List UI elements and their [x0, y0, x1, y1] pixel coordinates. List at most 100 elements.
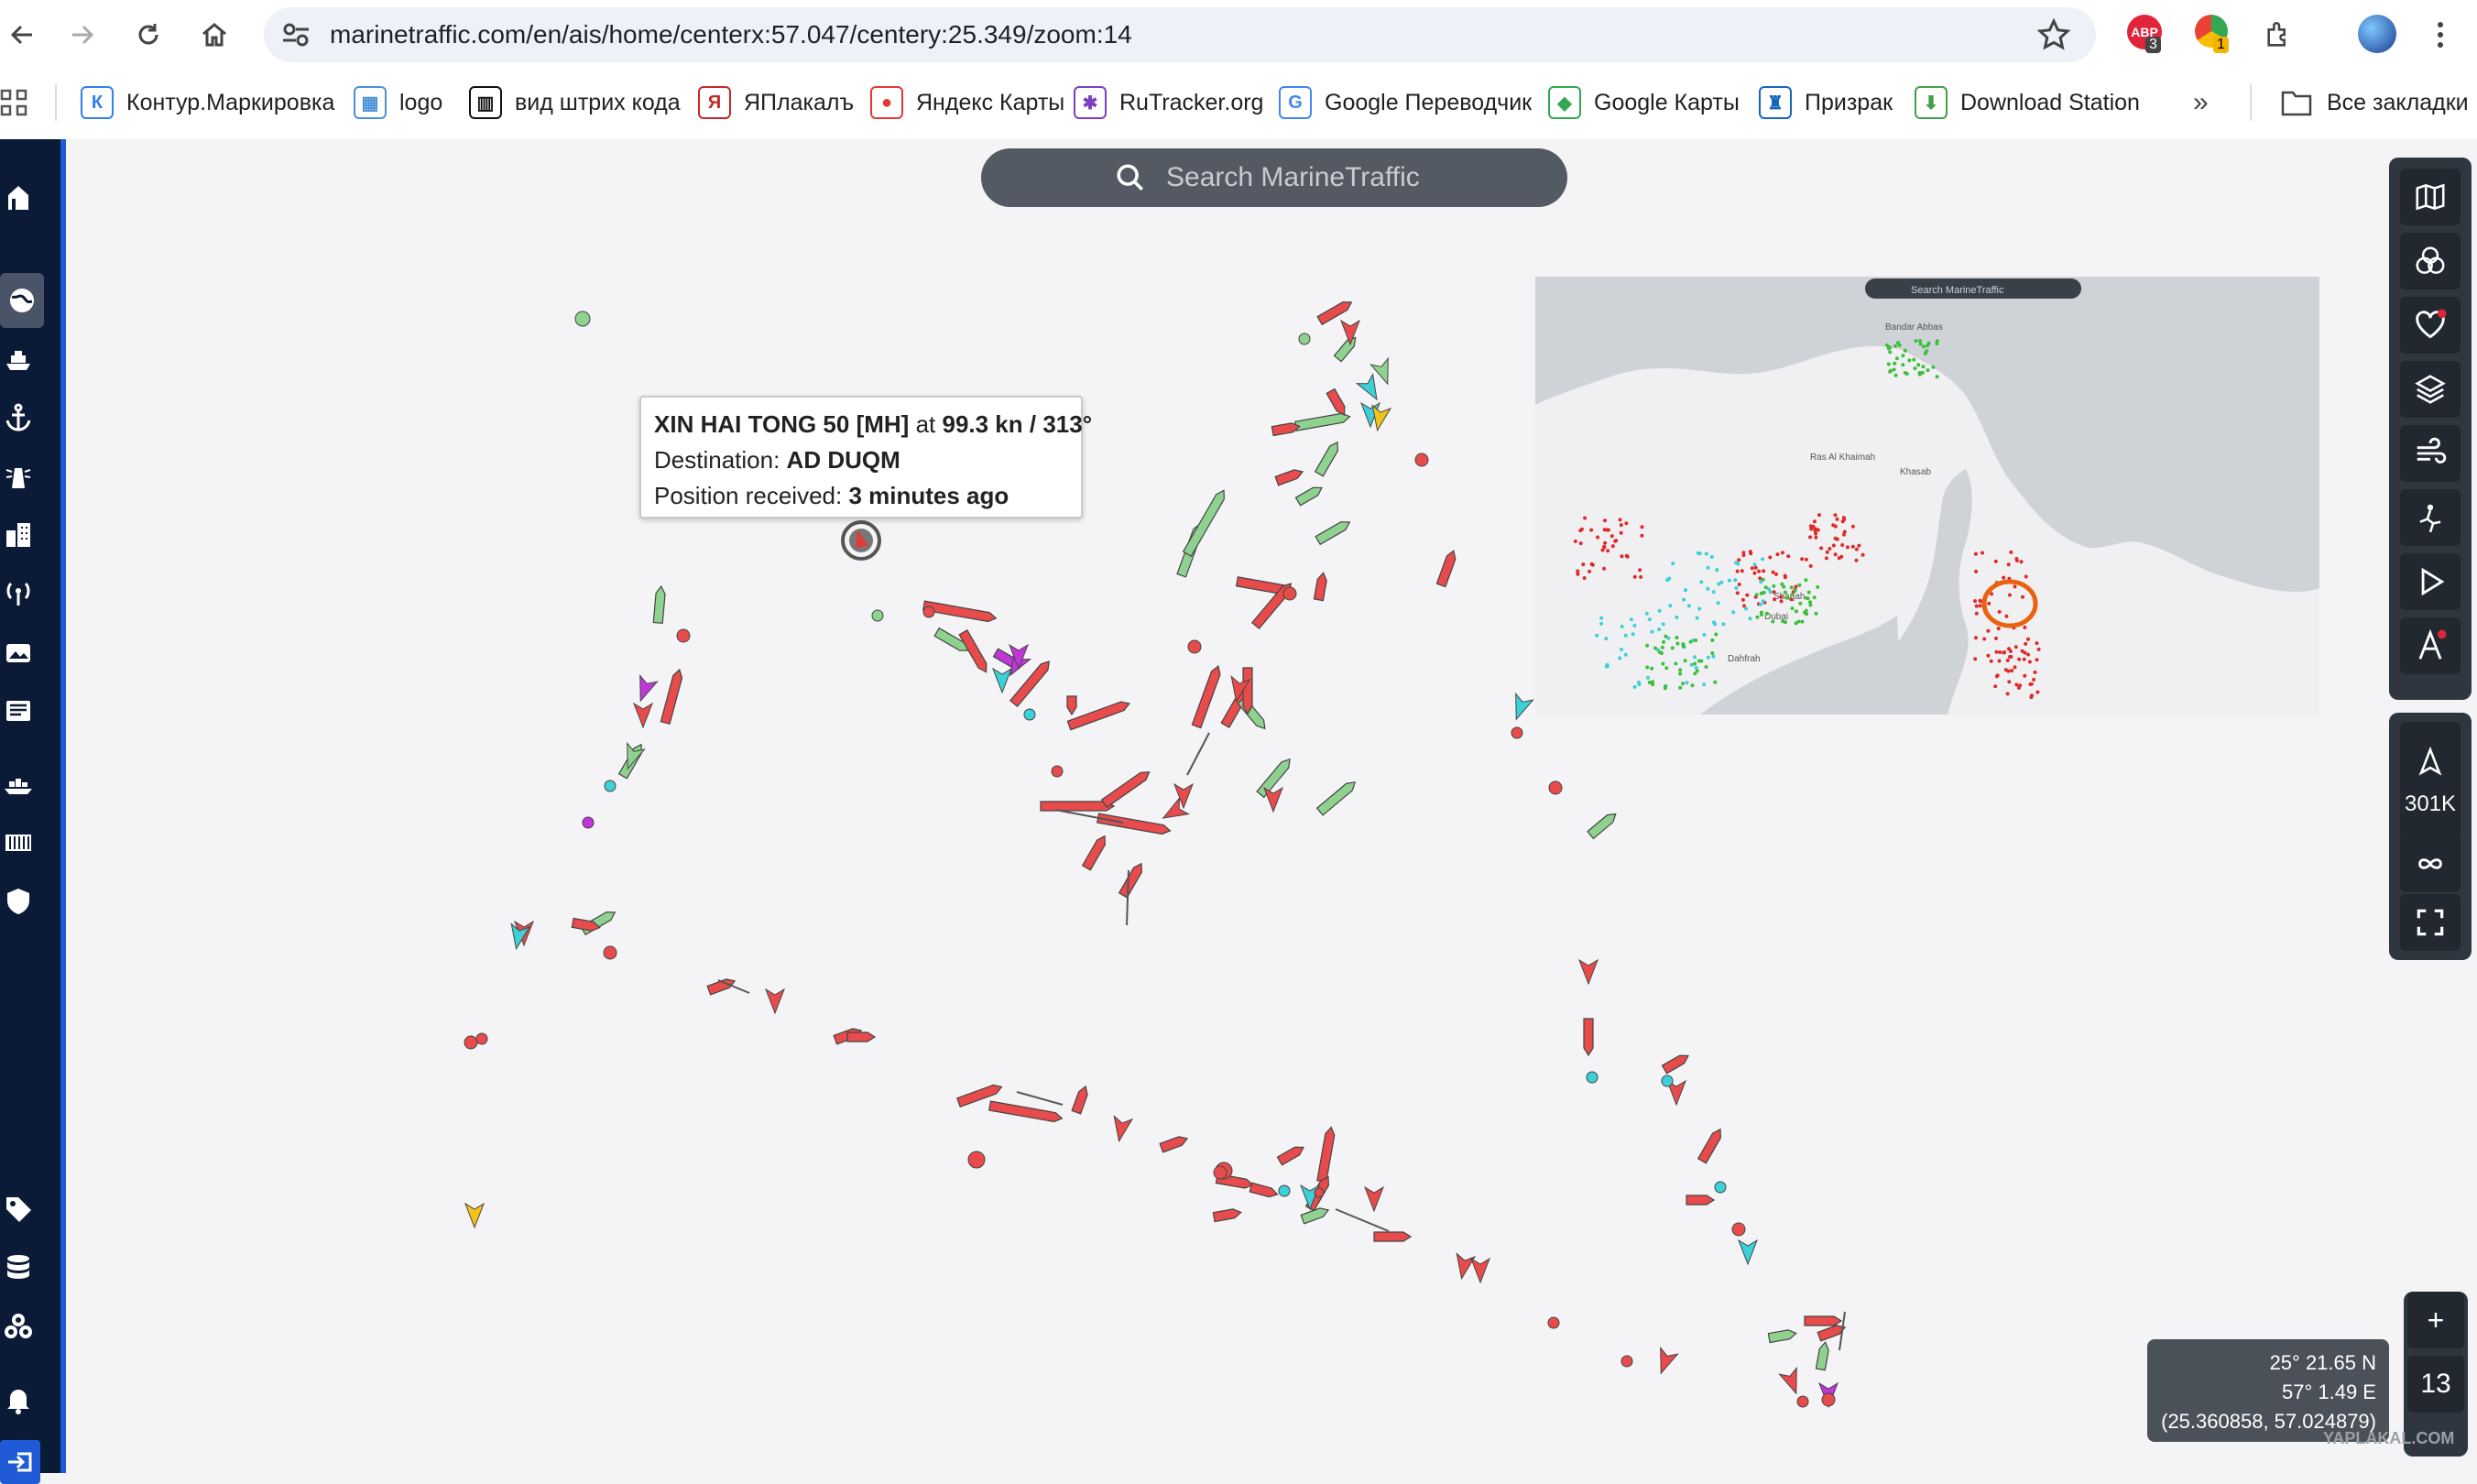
- antenna-button[interactable]: [0, 572, 37, 616]
- vessel-marker[interactable]: [1804, 1315, 1843, 1326]
- favorite-button[interactable]: [2400, 297, 2461, 354]
- vessel-dot-marker[interactable]: [1620, 1355, 1633, 1368]
- bookmark-item[interactable]: К Контур.Маркировка: [81, 70, 334, 136]
- vessel-dot-marker[interactable]: [1511, 726, 1523, 739]
- vessel-dot-marker[interactable]: [604, 780, 617, 792]
- all-bookmarks-button[interactable]: Все закладки: [2281, 70, 2469, 136]
- vessel-dot-marker[interactable]: [1023, 708, 1036, 721]
- bookmark-item[interactable]: ▦ logo: [354, 70, 442, 136]
- lighthouse-button[interactable]: [0, 454, 37, 498]
- track-button[interactable]: [2400, 835, 2461, 892]
- vessel-dot-marker[interactable]: [1278, 1184, 1291, 1197]
- home-logo-button[interactable]: [0, 176, 37, 220]
- overview-vessel-dot: [1735, 569, 1740, 573]
- bell-button[interactable]: [0, 1378, 37, 1422]
- address-bar[interactable]: marinetraffic.com/en/ais/home/centerx:57…: [264, 7, 2096, 62]
- bookmark-item[interactable]: ⬇ Download Station: [1915, 70, 2140, 136]
- bookmark-star-icon[interactable]: [2037, 18, 2070, 51]
- overview-vessel-dot: [1697, 659, 1701, 663]
- vessel-dot-marker[interactable]: [475, 1032, 488, 1045]
- vessel-marker[interactable]: [846, 1031, 877, 1042]
- bookmarks-overflow-button[interactable]: »: [2193, 70, 2209, 136]
- vessel-marker[interactable]: [1040, 801, 1116, 812]
- bookmark-item[interactable]: ♜ Призрак: [1759, 70, 1893, 136]
- route-button[interactable]: [2400, 617, 2461, 674]
- bookmark-item[interactable]: ✱ RuTracker.org: [1074, 70, 1263, 136]
- vessel-marker[interactable]: [1686, 1195, 1716, 1206]
- profile-avatar[interactable]: [2358, 15, 2396, 53]
- forward-button[interactable]: [60, 13, 104, 57]
- vessel-marker[interactable]: [1583, 1018, 1594, 1057]
- database-button[interactable]: [0, 1246, 37, 1290]
- weather-button[interactable]: [2400, 425, 2461, 482]
- fleet-button[interactable]: [0, 1304, 37, 1348]
- layers-button[interactable]: [2400, 361, 2461, 418]
- vessel-dot-marker[interactable]: [676, 628, 691, 643]
- vessel-dot-marker[interactable]: [603, 945, 617, 960]
- reload-button[interactable]: [126, 13, 170, 57]
- container-button[interactable]: [0, 821, 37, 865]
- vessel-dot-marker[interactable]: [871, 609, 884, 622]
- browser-menu-button[interactable]: [2418, 13, 2462, 57]
- vessel-dot-marker[interactable]: [1282, 586, 1297, 601]
- tag-button[interactable]: [0, 1187, 37, 1231]
- url-text[interactable]: marinetraffic.com/en/ais/home/centerx:57…: [330, 7, 1132, 62]
- overview-vessel-dot: [1685, 681, 1689, 685]
- vessel-dot-marker[interactable]: [1586, 1071, 1599, 1084]
- site-settings-icon[interactable]: [280, 20, 311, 49]
- play-button[interactable]: [2400, 553, 2461, 610]
- back-button[interactable]: [0, 13, 44, 57]
- filters-button[interactable]: [2400, 233, 2461, 289]
- vessel-dot-marker[interactable]: [1414, 453, 1429, 467]
- map-button[interactable]: [2400, 169, 2461, 225]
- cargo-ship-button[interactable]: [0, 762, 37, 806]
- news-button[interactable]: [0, 689, 37, 733]
- vessel-marker[interactable]: [1242, 667, 1253, 715]
- overview-vessel-dot: [1603, 540, 1608, 545]
- adblock-extension[interactable]: ABP 3: [2127, 15, 2167, 55]
- vessel-dot-marker[interactable]: [1314, 1187, 1325, 1198]
- vessel-dot-marker[interactable]: [1213, 1165, 1228, 1180]
- fullscreen-button[interactable]: [2400, 894, 2461, 951]
- vessel-dot-marker[interactable]: [922, 606, 935, 618]
- vessel-dot-marker[interactable]: [1547, 1316, 1560, 1329]
- login-button[interactable]: [0, 1440, 40, 1484]
- extension-2[interactable]: 1: [2195, 15, 2235, 55]
- vessel-dot-marker[interactable]: [1187, 639, 1202, 654]
- bookmark-item[interactable]: ▥ вид штрих кода: [469, 70, 681, 136]
- vessel-dot-marker[interactable]: [582, 816, 595, 829]
- bookmark-item[interactable]: G Google Переводчик: [1279, 70, 1532, 136]
- vessel-dot-marker[interactable]: [1298, 333, 1311, 345]
- vessel-marker[interactable]: [1373, 1231, 1413, 1242]
- shield-button[interactable]: [0, 879, 37, 923]
- vessel-dot-marker[interactable]: [1731, 1222, 1746, 1237]
- overview-vessel-dot: [1850, 524, 1855, 529]
- home-button[interactable]: [192, 13, 236, 57]
- bookmark-item[interactable]: Я ЯПлакалъ: [698, 70, 854, 136]
- bookmark-item[interactable]: ● Яндекс Карты: [870, 70, 1064, 136]
- overview-vessel-dot: [1709, 555, 1714, 559]
- vessel-dot-marker[interactable]: [1796, 1395, 1809, 1408]
- photos-button[interactable]: [0, 630, 37, 674]
- vessel-dot-marker[interactable]: [1714, 1181, 1727, 1194]
- vessel-dot-marker[interactable]: [967, 1151, 986, 1169]
- vessel-dot-marker[interactable]: [464, 1035, 478, 1050]
- apps-button[interactable]: [0, 70, 27, 136]
- zoom-in-button[interactable]: +: [2407, 1292, 2464, 1348]
- map-search-bar[interactable]: Search MarineTraffic: [981, 148, 1567, 207]
- overview-vessel-dot: [1640, 533, 1644, 538]
- extensions-button[interactable]: [2257, 13, 2301, 57]
- vessel-dot-marker[interactable]: [1661, 1075, 1674, 1087]
- globe-button[interactable]: [0, 273, 44, 328]
- overview-vessel-dot: [1695, 616, 1699, 620]
- vessel-dot-marker[interactable]: [574, 311, 591, 327]
- anchor-button[interactable]: [0, 396, 37, 440]
- vessel-dot-marker[interactable]: [1548, 780, 1563, 795]
- vessel-dot-marker[interactable]: [1051, 765, 1064, 778]
- ship-button[interactable]: [0, 337, 37, 381]
- bookmark-item[interactable]: ◆ Google Карты: [1548, 70, 1740, 136]
- vessel-count-button[interactable]: 301K: [2400, 722, 2461, 841]
- vessel-dot-marker[interactable]: [1821, 1392, 1836, 1407]
- measure-button[interactable]: [2400, 489, 2461, 546]
- buildings-button[interactable]: [0, 513, 37, 557]
